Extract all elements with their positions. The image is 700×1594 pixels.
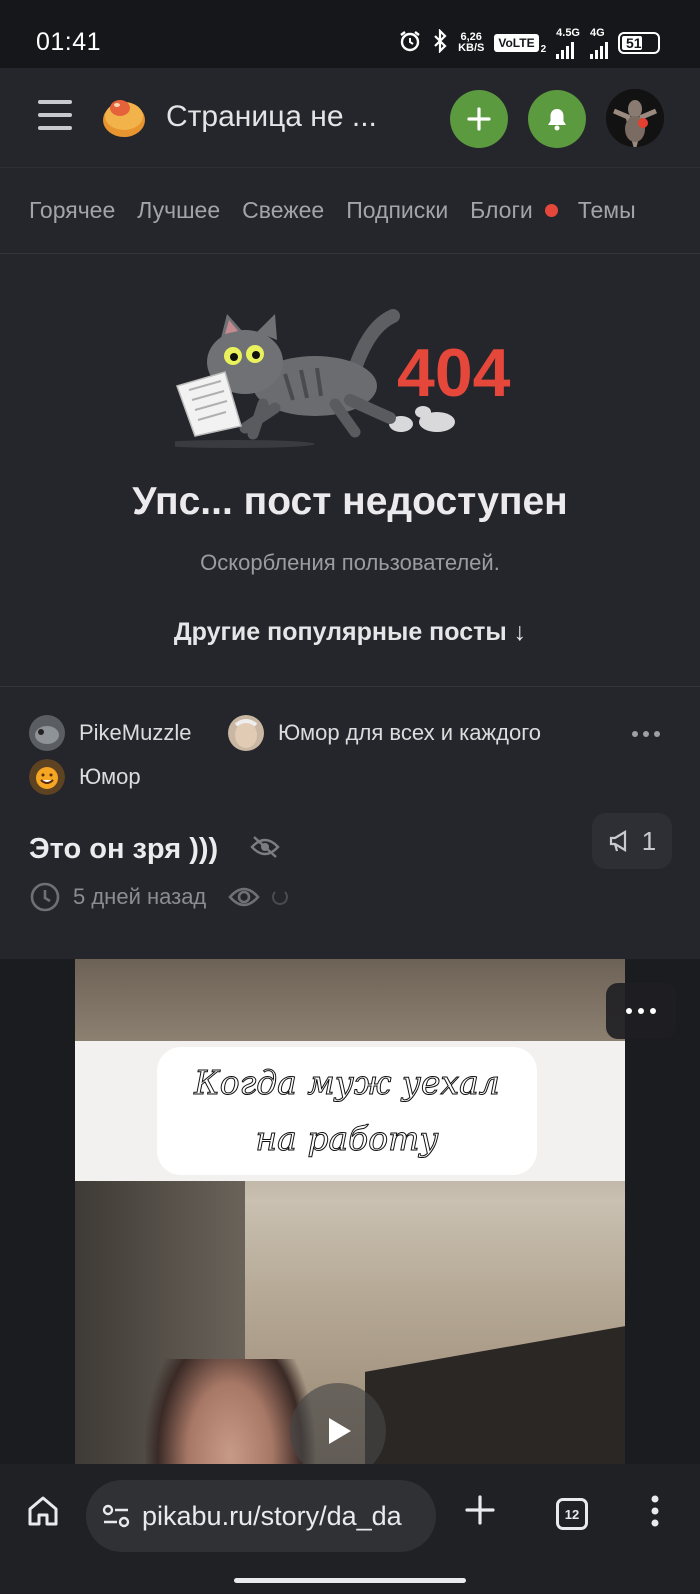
post-title[interactable]: Это он зря ))) xyxy=(29,833,218,866)
tag-label[interactable]: Юмор xyxy=(79,764,141,790)
network-speed: 6,26 KB/S xyxy=(458,31,485,54)
bluetooth-icon xyxy=(432,27,448,58)
user-avatar[interactable] xyxy=(606,89,664,147)
alarm-icon xyxy=(398,29,422,58)
browser-toolbar: pikabu.ru/story/da_da 12 xyxy=(0,1464,700,1594)
play-icon xyxy=(329,1418,351,1444)
browser-menu-icon[interactable] xyxy=(650,1494,660,1533)
video-options-icon[interactable] xyxy=(606,983,676,1039)
home-icon[interactable] xyxy=(26,1494,60,1533)
tab-fresh[interactable]: Свежее xyxy=(242,197,324,224)
signal-icon-2: 4G xyxy=(590,27,608,59)
author-name[interactable]: PikeMuzzle xyxy=(79,720,191,746)
status-time: 01:41 xyxy=(36,28,102,56)
feed-tabs: Горячее Лучшее Свежее Подписки Блоги Тем… xyxy=(0,168,700,254)
address-bar[interactable]: pikabu.ru/story/da_da xyxy=(86,1480,436,1552)
megaphone-icon xyxy=(609,830,626,852)
tag-icon xyxy=(29,759,65,795)
video-caption: Когда муж уехал на работу xyxy=(157,1047,537,1175)
app-header: Страница не ... xyxy=(0,68,700,168)
clock-icon xyxy=(30,882,60,912)
gesture-bar[interactable] xyxy=(234,1578,466,1583)
author-avatar xyxy=(29,715,65,751)
tab-hot[interactable]: Горячее xyxy=(29,197,115,224)
post-card: PikeMuzzle Юмор для всех и каждого Юмор … xyxy=(0,686,700,1594)
post-time: 5 дней назад xyxy=(73,884,207,909)
tab-topics[interactable]: Темы xyxy=(578,197,636,224)
other-popular-posts-link[interactable]: Другие популярные посты ↓ xyxy=(0,618,700,647)
bell-icon xyxy=(548,109,566,131)
page-title: Страница не ... xyxy=(166,100,377,133)
tab-best[interactable]: Лучшее xyxy=(137,197,220,224)
eye-off-icon[interactable] xyxy=(250,835,280,864)
views-eye-icon xyxy=(228,887,261,907)
post-community[interactable]: Юмор для всех и каждого xyxy=(228,715,541,751)
signal-icon: 4.5G xyxy=(556,27,580,59)
views-loading-spinner xyxy=(272,889,289,905)
url-text[interactable]: pikabu.ru/story/da_da xyxy=(142,1501,402,1532)
post-tag[interactable]: Юмор xyxy=(29,759,141,795)
sim-badge: 2 xyxy=(540,43,547,55)
tab-blogs[interactable]: Блоги xyxy=(470,197,533,224)
site-settings-icon xyxy=(102,1504,130,1528)
not-found-reason: Оскорбления пользователей. xyxy=(200,550,500,575)
svg-text:404: 404 xyxy=(397,335,511,411)
notifications-button[interactable] xyxy=(528,90,586,148)
post-options-icon[interactable] xyxy=(632,731,660,737)
plus-icon xyxy=(467,107,491,131)
volte-badge: VoLTE xyxy=(494,34,539,52)
not-found-heading: Упс... пост недоступен xyxy=(132,480,568,523)
status-icons: 6,26 KB/S VoLTE 2 4.5G 4G 51 xyxy=(398,27,660,59)
post-author[interactable]: PikeMuzzle xyxy=(29,715,191,751)
community-name[interactable]: Юмор для всех и каждого xyxy=(278,720,541,746)
tab-switcher-button[interactable]: 12 xyxy=(556,1498,588,1530)
create-post-button[interactable] xyxy=(450,90,508,148)
not-found-section: 404 Упс... пост недоступен Оскорбления п… xyxy=(0,254,700,686)
running-cat-illustration: 404 xyxy=(175,309,511,448)
rating-button[interactable]: 1 xyxy=(592,813,672,869)
rating-count: 1 xyxy=(641,825,657,856)
tab-subscriptions[interactable]: Подписки xyxy=(346,197,448,224)
pikabu-logo[interactable] xyxy=(98,94,146,140)
community-avatar xyxy=(228,715,264,751)
new-tab-icon[interactable] xyxy=(464,1494,496,1531)
menu-icon[interactable] xyxy=(38,100,72,130)
post-info: 5 дней назад xyxy=(29,881,289,913)
battery-icon: 51 xyxy=(618,32,660,54)
blogs-new-indicator xyxy=(544,204,558,217)
status-bar: 01:41 6,26 KB/S VoLTE 2 4.5G 4G 51 xyxy=(0,0,700,68)
